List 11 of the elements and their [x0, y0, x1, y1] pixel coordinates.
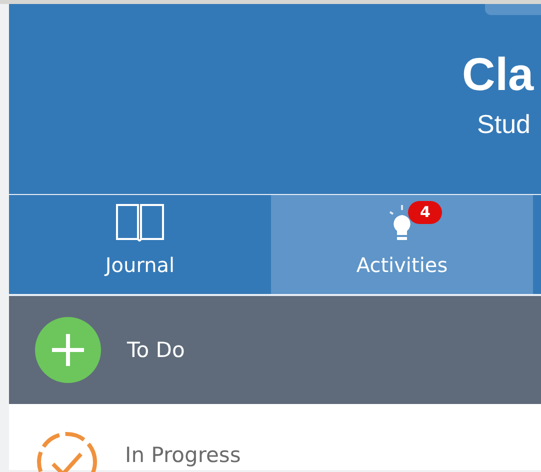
status-row[interactable]: In Progress — [9, 404, 541, 470]
status-row[interactable]: To Do — [9, 296, 541, 404]
page-subtitle: Stud — [477, 108, 532, 140]
status-label: To Do — [127, 337, 185, 363]
tab[interactable]: 4 Activities — [271, 195, 533, 294]
page-title: Cla — [462, 47, 535, 102]
tab[interactable]: Journal — [9, 195, 271, 294]
status-label: In Progress — [125, 442, 241, 468]
tab-label: Activities — [356, 253, 448, 277]
tab-label: Journal — [105, 253, 175, 277]
count-badge: 4 — [408, 201, 442, 224]
